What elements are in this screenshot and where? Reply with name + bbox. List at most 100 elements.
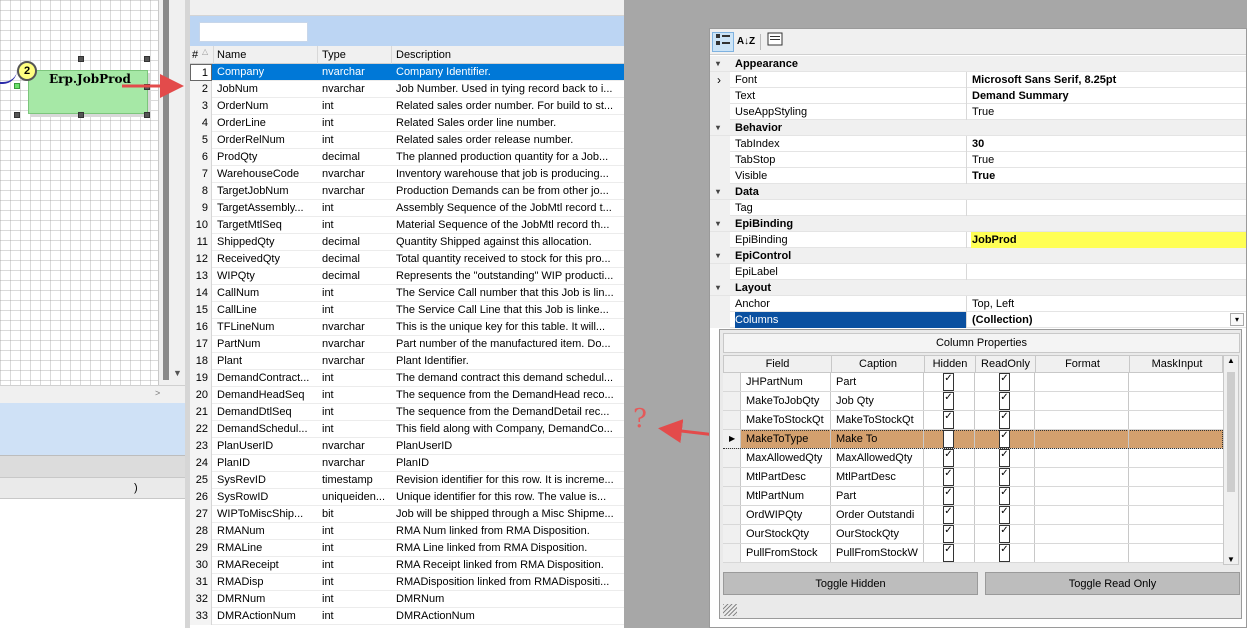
- column-caption-cell[interactable]: Part: [831, 487, 924, 505]
- column-property-row[interactable]: MakeToJobQty Job Qty ✓ ✓: [723, 392, 1223, 411]
- hidden-checkbox[interactable]: ✓: [943, 525, 954, 543]
- readonly-checkbox[interactable]: ✓: [999, 506, 1010, 524]
- row-header[interactable]: [723, 468, 741, 486]
- maskinput-cell[interactable]: [1129, 449, 1223, 467]
- column-properties-scrollbar[interactable]: ▲ ▼: [1223, 355, 1239, 565]
- dropdown-arrow-icon[interactable]: ▾: [1230, 313, 1244, 326]
- format-cell[interactable]: [1035, 544, 1129, 562]
- property-value[interactable]: Top, Left: [971, 296, 1246, 312]
- cp-header-caption[interactable]: Caption: [832, 356, 925, 372]
- collapse-chevron-icon[interactable]: ▾: [716, 280, 720, 296]
- category-behavior[interactable]: ▾ Behavior: [710, 120, 1246, 136]
- hidden-checkbox[interactable]: ✓: [943, 506, 954, 524]
- property-tabstop[interactable]: TabStop True: [710, 152, 1246, 168]
- column-property-row[interactable]: ▶ MakeToType Make To ✓: [723, 430, 1223, 449]
- readonly-checkbox[interactable]: ✓: [999, 544, 1010, 562]
- hidden-checkbox[interactable]: ✓: [943, 468, 954, 486]
- categorized-icon[interactable]: [712, 32, 734, 52]
- resize-grip-icon[interactable]: [723, 604, 737, 616]
- column-property-row[interactable]: PullFromStock PullFromStockW ✓ ✓: [723, 544, 1223, 563]
- hidden-checkbox[interactable]: ✓: [943, 392, 954, 410]
- readonly-checkbox[interactable]: ✓: [999, 392, 1010, 410]
- format-cell[interactable]: [1035, 487, 1129, 505]
- cp-header-readonly[interactable]: ReadOnly: [976, 356, 1036, 372]
- property-anchor[interactable]: Anchor Top, Left: [710, 296, 1246, 312]
- toggle-read-only-button[interactable]: Toggle Read Only: [985, 572, 1240, 595]
- row-header[interactable]: [723, 506, 741, 524]
- maskinput-cell[interactable]: [1129, 544, 1223, 562]
- column-property-row[interactable]: MtlPartNum Part ✓ ✓: [723, 487, 1223, 506]
- property-value[interactable]: [971, 264, 1246, 280]
- row-header[interactable]: [723, 373, 741, 391]
- readonly-checkbox[interactable]: ✓: [999, 487, 1010, 505]
- collapse-chevron-icon[interactable]: ▾: [716, 216, 720, 232]
- hidden-checkbox[interactable]: ✓: [943, 544, 954, 562]
- format-cell[interactable]: [1035, 392, 1129, 410]
- property-value[interactable]: True: [971, 168, 1246, 184]
- chevron-up-icon[interactable]: ▲: [1227, 356, 1235, 365]
- column-caption-cell[interactable]: Part: [831, 373, 924, 391]
- row-header[interactable]: [723, 449, 741, 467]
- category-data[interactable]: ▾ Data: [710, 184, 1246, 200]
- property-visible[interactable]: Visible True: [710, 168, 1246, 184]
- column-caption-cell[interactable]: MakeToStockQt: [831, 411, 924, 429]
- category-appearance[interactable]: ▾ Appearance: [710, 56, 1246, 72]
- maskinput-cell[interactable]: [1129, 411, 1223, 429]
- row-header[interactable]: [723, 411, 741, 429]
- column-property-row[interactable]: OurStockQty OurStockQty ✓ ✓: [723, 525, 1223, 544]
- column-property-row[interactable]: MaxAllowedQty MaxAllowedQty ✓ ✓: [723, 449, 1223, 468]
- cp-header-hidden[interactable]: Hidden: [925, 356, 976, 372]
- hidden-checkbox[interactable]: [943, 430, 954, 448]
- category-epicontrol[interactable]: ▾ EpiControl: [710, 248, 1246, 264]
- row-header[interactable]: [723, 487, 741, 505]
- readonly-checkbox[interactable]: ✓: [999, 430, 1010, 448]
- hidden-checkbox[interactable]: ✓: [943, 449, 954, 467]
- property-pages-icon[interactable]: [764, 32, 786, 52]
- maskinput-cell[interactable]: [1129, 392, 1223, 410]
- property-value[interactable]: JobProd: [971, 232, 1246, 248]
- format-cell[interactable]: [1035, 373, 1129, 391]
- hidden-checkbox[interactable]: ✓: [943, 373, 954, 391]
- row-header[interactable]: [723, 525, 741, 543]
- maskinput-cell[interactable]: [1129, 506, 1223, 524]
- maskinput-cell[interactable]: [1129, 373, 1223, 391]
- property-value[interactable]: True: [971, 104, 1246, 120]
- property-tag[interactable]: Tag: [710, 200, 1246, 216]
- maskinput-cell[interactable]: [1129, 525, 1223, 543]
- property-columns[interactable]: Columns (Collection) ▾: [710, 312, 1246, 328]
- scrollbar-thumb[interactable]: [1227, 372, 1235, 492]
- readonly-checkbox[interactable]: ✓: [999, 411, 1010, 429]
- hidden-checkbox[interactable]: ✓: [943, 487, 954, 505]
- property-value[interactable]: Microsoft Sans Serif, 8.25pt: [971, 72, 1246, 88]
- collapse-chevron-icon[interactable]: ▾: [716, 120, 720, 136]
- property-tabindex[interactable]: TabIndex 30: [710, 136, 1246, 152]
- column-caption-cell[interactable]: Job Qty: [831, 392, 924, 410]
- property-value[interactable]: (Collection): [971, 312, 1246, 328]
- format-cell[interactable]: [1035, 430, 1129, 448]
- property-value[interactable]: True: [971, 152, 1246, 168]
- collapse-chevron-icon[interactable]: ▾: [716, 56, 720, 72]
- column-caption-cell[interactable]: Make To: [831, 430, 924, 448]
- column-property-row[interactable]: OrdWIPQty Order Outstandi ✓ ✓: [723, 506, 1223, 525]
- column-caption-cell[interactable]: Order Outstandi: [831, 506, 924, 524]
- cp-header-maskinput[interactable]: MaskInput: [1130, 356, 1224, 372]
- property-text[interactable]: Text Demand Summary: [710, 88, 1246, 104]
- property-font[interactable]: › Font Microsoft Sans Serif, 8.25pt: [710, 72, 1246, 88]
- readonly-checkbox[interactable]: ✓: [999, 449, 1010, 467]
- category-layout[interactable]: ▾ Layout: [710, 280, 1246, 296]
- property-epibinding[interactable]: EpiBinding JobProd: [710, 232, 1246, 248]
- format-cell[interactable]: [1035, 411, 1129, 429]
- expand-chevron-icon[interactable]: ›: [710, 72, 730, 88]
- toggle-hidden-button[interactable]: Toggle Hidden: [723, 572, 978, 595]
- row-header[interactable]: ▶: [723, 430, 741, 448]
- collapse-chevron-icon[interactable]: ▾: [716, 248, 720, 264]
- maskinput-cell[interactable]: [1129, 468, 1223, 486]
- column-property-row[interactable]: MakeToStockQt MakeToStockQt ✓ ✓: [723, 411, 1223, 430]
- cp-header-format[interactable]: Format: [1036, 356, 1130, 372]
- format-cell[interactable]: [1035, 525, 1129, 543]
- format-cell[interactable]: [1035, 506, 1129, 524]
- readonly-checkbox[interactable]: ✓: [999, 373, 1010, 391]
- category-epibinding[interactable]: ▾ EpiBinding: [710, 216, 1246, 232]
- readonly-checkbox[interactable]: ✓: [999, 468, 1010, 486]
- column-caption-cell[interactable]: OurStockQty: [831, 525, 924, 543]
